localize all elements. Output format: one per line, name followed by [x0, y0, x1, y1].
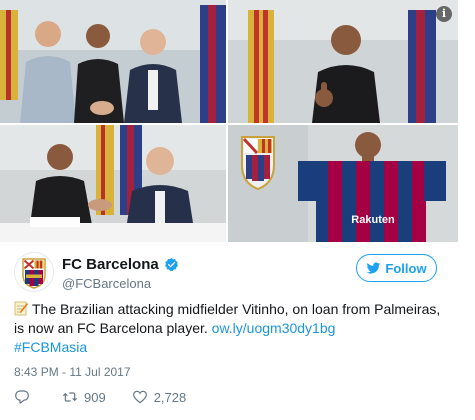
photo-3-illustration	[0, 125, 226, 242]
tweet-text: The Brazilian attacking midfielder Vitin…	[14, 300, 454, 357]
memo-icon	[14, 301, 28, 316]
tweet-actions: 909 2,728	[14, 389, 212, 405]
photo-1-illustration	[0, 0, 226, 123]
verified-badge-icon	[164, 257, 178, 271]
reply-button[interactable]	[14, 389, 36, 405]
author-name-row[interactable]: FC Barcelona	[62, 256, 179, 273]
retweet-count: 909	[84, 389, 106, 405]
author-handle[interactable]: @FCBarcelona	[62, 276, 151, 291]
avatar[interactable]	[14, 252, 54, 292]
like-button[interactable]: 2,728	[132, 389, 187, 405]
tweet-timestamp[interactable]: 8:43 PM - 11 Jul 2017	[14, 365, 131, 379]
tweet-hashtag[interactable]: #FCBMasia	[14, 339, 87, 355]
photo-2-illustration	[228, 0, 458, 123]
media-photo-2[interactable]: i	[228, 0, 458, 123]
retweet-button[interactable]: 909	[62, 389, 106, 405]
photo-4-illustration: Rakuten	[228, 125, 458, 242]
like-count: 2,728	[153, 389, 187, 405]
media-photo-4[interactable]: Rakuten	[228, 125, 458, 242]
reply-icon	[15, 390, 29, 404]
follow-button-label: Follow	[385, 260, 427, 276]
tweet-media-grid[interactable]: i Rakuten	[0, 0, 458, 242]
jersey-sponsor-text: Rakuten	[351, 214, 395, 226]
twitter-bird-icon	[366, 261, 381, 274]
media-photo-3[interactable]	[0, 125, 226, 242]
like-heart-icon	[132, 390, 147, 404]
info-badge-icon[interactable]: i	[436, 6, 452, 22]
fc-barcelona-crest-icon	[15, 253, 53, 291]
retweet-icon	[62, 392, 78, 402]
tweet-link[interactable]: ow.ly/uogm30dy1bg	[212, 320, 336, 336]
media-photo-1[interactable]	[0, 0, 226, 123]
follow-button[interactable]: Follow	[356, 254, 437, 282]
author-display-name[interactable]: FC Barcelona	[62, 256, 159, 273]
